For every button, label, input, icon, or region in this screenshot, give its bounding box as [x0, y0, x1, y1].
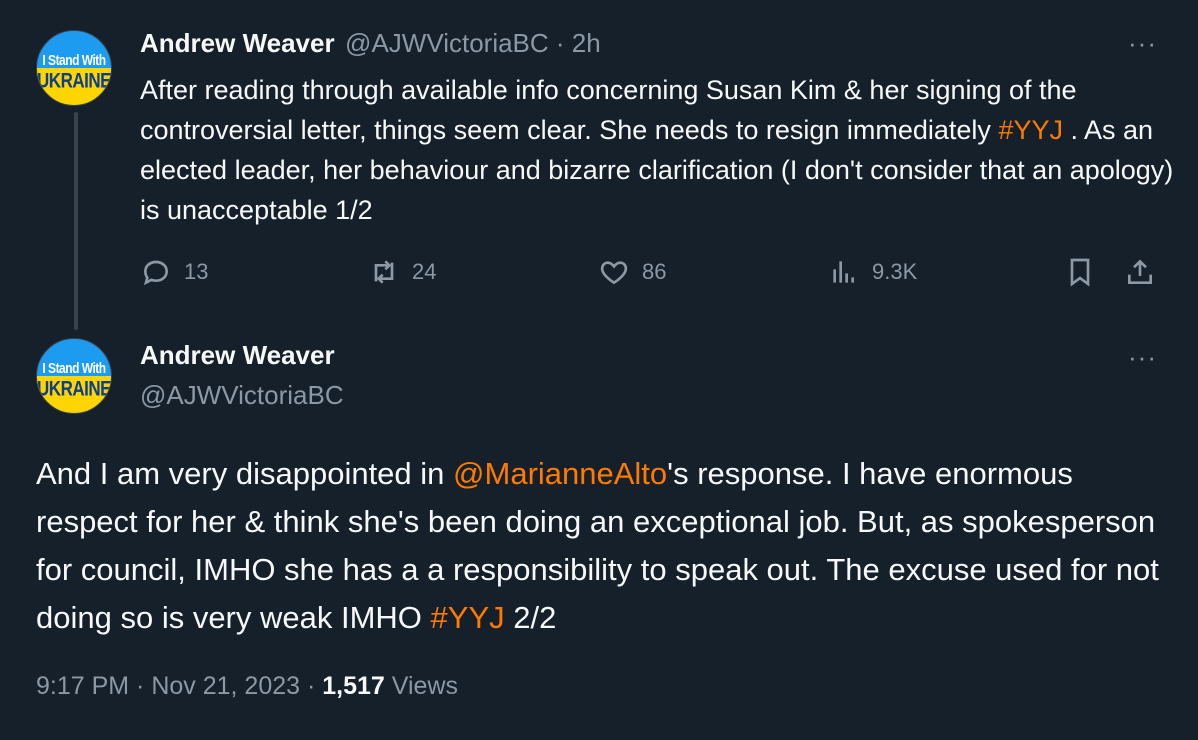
hashtag-link[interactable]: #YYJ [998, 115, 1063, 145]
tweet-time[interactable]: 2h [572, 28, 601, 58]
hashtag-link[interactable]: #YYJ [431, 600, 505, 635]
author-handle[interactable]: @AJWVictoriaBC [345, 28, 549, 58]
like-count: 86 [642, 259, 667, 284]
avatar-text-bottom: UKRAINE [37, 68, 111, 92]
avatar[interactable]: I Stand With UKRAINE [36, 30, 112, 106]
tweet-header: Andrew Weaver @AJWVictoriaBC · 2h [140, 28, 601, 59]
tweet-meta: 9:17 PM · Nov 21, 2023 · 1,517 Views [36, 672, 458, 701]
like-button[interactable]: 86 [598, 256, 666, 288]
author-name[interactable]: Andrew Weaver [140, 340, 335, 371]
timestamp[interactable]: 9:17 PM · Nov 21, 2023 · [36, 672, 322, 700]
reply-button[interactable]: 13 [140, 256, 208, 288]
avatar[interactable]: I Stand With UKRAINE [36, 338, 112, 414]
author-handle[interactable]: @AJWVictoriaBC [140, 380, 344, 411]
mention-link[interactable]: @MarianneAlto [453, 456, 667, 491]
bookmark-button[interactable] [1064, 256, 1096, 288]
views-button[interactable]: 9.3K [828, 256, 917, 288]
tweet-text: And I am very disappointed in @MarianneA… [36, 450, 1176, 642]
tweet-text-part: And I am very disappointed in [36, 456, 454, 491]
share-icon [1128, 259, 1152, 284]
like-icon [600, 261, 628, 285]
views-icon [833, 261, 854, 283]
tweet-text-part: 2/2 [504, 600, 557, 635]
bookmark-icon [1070, 258, 1090, 287]
views-label: Views [384, 672, 459, 700]
views-count: 9.3K [872, 259, 918, 284]
reply-icon [143, 260, 169, 286]
avatar-text-bottom: UKRAINE [37, 376, 111, 400]
tweet-text-part: After reading through available info con… [140, 75, 1077, 145]
more-options-icon[interactable]: ··· [1128, 28, 1157, 59]
avatar-text-top: I Stand With [42, 51, 106, 68]
separator: · [548, 28, 572, 58]
retweet-button[interactable]: 24 [368, 256, 436, 288]
avatar-text-top: I Stand With [42, 359, 106, 376]
author-name[interactable]: Andrew Weaver [140, 28, 335, 58]
share-button[interactable] [1124, 256, 1156, 288]
tweet-text: After reading through available info con… [140, 70, 1180, 230]
retweet-icon [374, 260, 394, 284]
reply-count: 13 [184, 259, 209, 284]
retweet-count: 24 [412, 259, 437, 284]
more-options-icon[interactable]: ··· [1128, 342, 1157, 373]
thread-line [74, 112, 78, 330]
tweet-actions: 13 24 86 9.3K [140, 254, 1170, 294]
views-total: 1,517 [322, 672, 385, 700]
